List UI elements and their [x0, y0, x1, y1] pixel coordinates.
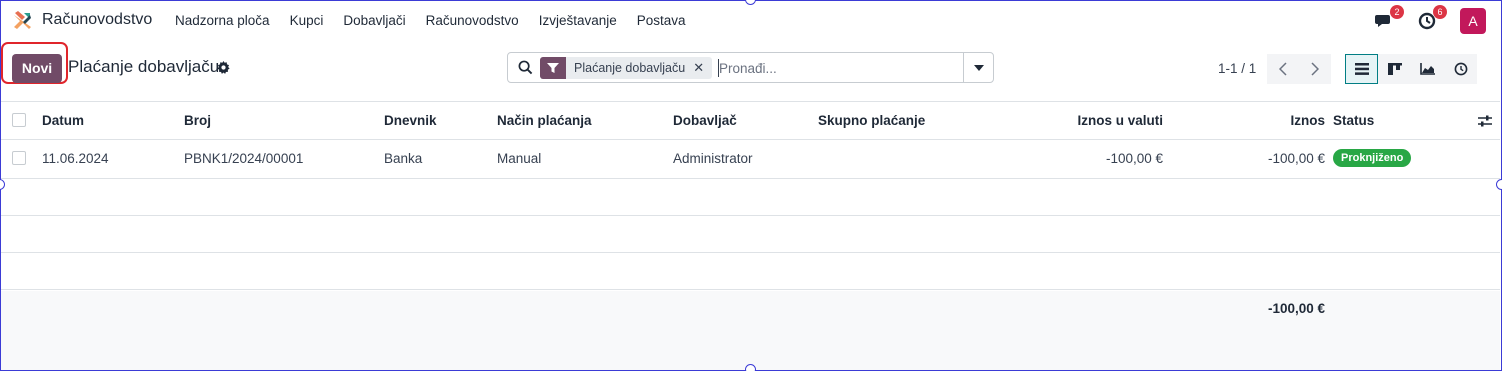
- empty-row: [0, 179, 1500, 216]
- kanban-view-icon: [1387, 63, 1402, 75]
- menu-item-configuration[interactable]: Postava: [637, 13, 686, 28]
- select-all-checkbox[interactable]: [12, 113, 26, 127]
- search-icon[interactable]: [518, 60, 533, 75]
- menu-item-accounting[interactable]: Računovodstvo: [426, 13, 519, 28]
- column-header-payment-method[interactable]: Način plaćanja: [497, 113, 592, 128]
- cell-payment-method: Manual: [497, 151, 542, 166]
- kanban-view-button[interactable]: [1378, 54, 1411, 84]
- activities-badge: 6: [1433, 5, 1447, 19]
- facet-remove-icon[interactable]: ✕: [693, 60, 712, 76]
- cell-number: PBNK1/2024/00001: [184, 151, 304, 166]
- search-bar: Plaćanje dobavljaču ✕: [507, 52, 994, 83]
- activities-button[interactable]: 6: [1417, 5, 1447, 31]
- pager-value[interactable]: 1-1 / 1: [1218, 61, 1256, 76]
- column-header-batch-payment[interactable]: Skupno plaćanje: [818, 113, 925, 128]
- column-header-number[interactable]: Broj: [184, 113, 211, 128]
- column-header-date[interactable]: Datum: [42, 113, 84, 128]
- column-header-vendor[interactable]: Dobavljač: [673, 113, 737, 128]
- menu-item-reporting[interactable]: Izvještavanje: [539, 13, 617, 28]
- menu-item-dashboard[interactable]: Nadzorna ploča: [175, 13, 270, 28]
- pager-next-button[interactable]: [1299, 54, 1331, 84]
- optional-columns-icon[interactable]: [1478, 115, 1492, 127]
- area-chart-icon: [1420, 63, 1435, 75]
- row-checkbox[interactable]: [12, 151, 26, 165]
- top-navbar: Računovodstvo Nadzorna ploča Kupci Dobav…: [0, 0, 1502, 40]
- cell-journal: Banka: [384, 151, 423, 166]
- app-name[interactable]: Računovodstvo: [42, 11, 152, 29]
- empty-row: [0, 253, 1500, 290]
- cell-vendor: Administrator: [673, 151, 753, 166]
- total-amount: -100,00 €: [1267, 301, 1325, 316]
- messages-button[interactable]: 2: [1374, 5, 1404, 31]
- page-title: Plaćanje dobavljaču: [68, 57, 220, 76]
- accounting-app-logo-icon[interactable]: [12, 11, 32, 31]
- user-avatar[interactable]: A: [1460, 8, 1486, 34]
- gear-icon[interactable]: [217, 61, 230, 74]
- menu-item-customers[interactable]: Kupci: [290, 13, 324, 28]
- caret-down-icon: [973, 64, 984, 71]
- pager-previous-button[interactable]: [1267, 54, 1299, 84]
- resize-handle-bottom[interactable]: [745, 364, 756, 371]
- cell-date: 11.06.2024: [42, 151, 109, 166]
- clock-icon: [1454, 62, 1467, 76]
- column-header-status[interactable]: Status: [1333, 113, 1374, 128]
- chevron-left-icon: [1279, 62, 1287, 76]
- new-button[interactable]: Novi: [12, 54, 62, 83]
- main-menu: Nadzorna ploča Kupci Dobavljači Računovo…: [175, 13, 706, 28]
- filter-icon: [540, 57, 566, 79]
- search-input[interactable]: [719, 58, 949, 78]
- menu-item-vendors[interactable]: Dobavljači: [343, 13, 405, 28]
- empty-row: [0, 216, 1500, 253]
- list-view-button[interactable]: [1345, 54, 1378, 84]
- messages-badge: 2: [1390, 5, 1404, 19]
- column-header-amount-currency[interactable]: Iznos u valuti: [1077, 113, 1163, 128]
- search-options-toggle[interactable]: [963, 53, 993, 82]
- status-badge: Proknjiženo: [1333, 149, 1412, 167]
- facet-label: Plaćanje dobavljaču: [574, 61, 686, 75]
- chevron-right-icon: [1311, 62, 1319, 76]
- graph-view-button[interactable]: [1411, 54, 1444, 84]
- table-header: Datum Broj Dnevnik Način plaćanja Dobavl…: [0, 101, 1500, 140]
- cell-amount: -100,00 €: [1267, 151, 1325, 166]
- cell-amount-currency: -100,00 €: [1105, 151, 1163, 166]
- column-header-journal[interactable]: Dnevnik: [384, 113, 437, 128]
- table-footer: -100,00 €: [0, 291, 1500, 370]
- column-header-amount[interactable]: Iznos: [1290, 113, 1325, 128]
- activity-view-button[interactable]: [1444, 54, 1477, 84]
- table-row[interactable]: 11.06.2024 PBNK1/2024/00001 Banka Manual…: [0, 140, 1500, 179]
- search-facet: Plaćanje dobavljaču ✕: [540, 57, 713, 79]
- resize-handle-right[interactable]: [1496, 179, 1502, 190]
- list-view-icon: [1354, 63, 1369, 75]
